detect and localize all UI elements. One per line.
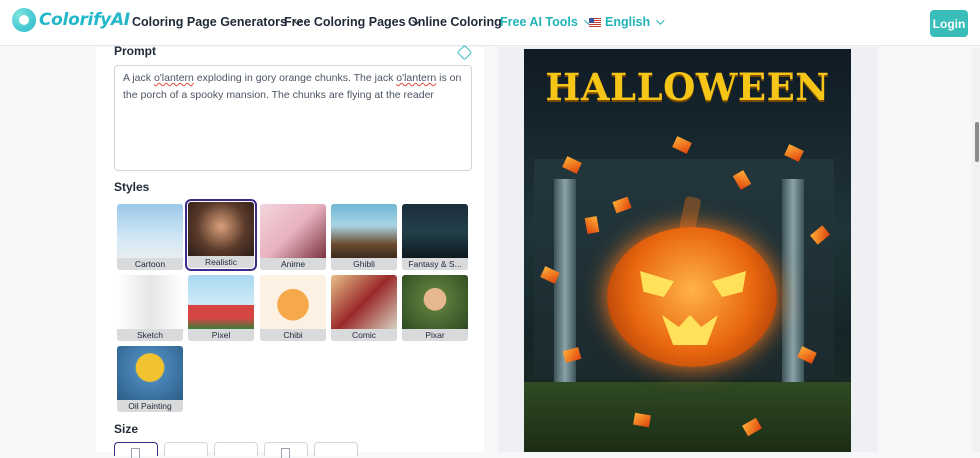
style-option-pixel[interactable]: Pixel (188, 275, 254, 341)
nav-online-coloring[interactable]: Online Coloring (408, 15, 502, 29)
square-icon (131, 448, 140, 458)
logo-icon (12, 8, 36, 32)
pumpkin-shape (607, 227, 777, 367)
nav-item-label: English (605, 15, 651, 29)
style-thumbnail (188, 202, 254, 256)
prompt-input[interactable]: A jack o'lantern exploding in gory orang… (114, 65, 472, 171)
style-caption: Cartoon (117, 258, 183, 270)
nav-coloring-page-generators[interactable]: Coloring Page Generators (132, 15, 302, 29)
nav-free-coloring-pages[interactable]: Free Coloring Pages (284, 15, 421, 29)
style-option-comic[interactable]: Comic (331, 275, 397, 341)
prompt-text: A jack (123, 72, 154, 84)
generator-form: Prompt A jack o'lantern exploding in gor… (96, 44, 484, 458)
size-option-portrait[interactable] (264, 442, 308, 458)
style-thumbnail (402, 275, 468, 329)
portrait-icon (281, 448, 290, 458)
style-option-oil-painting[interactable]: Oil Painting (117, 346, 183, 412)
scrollbar-thumb[interactable] (975, 122, 979, 162)
style-thumbnail (117, 204, 183, 258)
style-caption: Oil Painting (117, 400, 183, 412)
style-option-ghibli[interactable]: Ghibli (331, 204, 397, 270)
style-thumbnail (117, 275, 183, 329)
size-option-2[interactable] (164, 442, 208, 456)
style-option-chibi[interactable]: Chibi (260, 275, 326, 341)
style-option-pixar[interactable]: Pixar (402, 275, 468, 341)
size-option-square[interactable] (114, 442, 158, 458)
style-caption: Realistic (188, 256, 254, 268)
style-caption: Sketch (117, 329, 183, 341)
generated-image[interactable]: HALLOWEEN (524, 49, 851, 452)
language-selector[interactable]: English (589, 15, 665, 29)
style-caption: Pixar (402, 329, 468, 341)
style-caption: Comic (331, 329, 397, 341)
style-thumbnail (331, 204, 397, 258)
prompt-label: Prompt (114, 44, 156, 58)
prompt-text-misspelled: o'lantern (396, 72, 437, 84)
style-thumbnail (260, 204, 326, 258)
style-caption: Pixel (188, 329, 254, 341)
style-option-realistic[interactable]: Realistic (185, 199, 257, 271)
pumpkin-chunk (672, 136, 692, 154)
style-thumbnail (117, 346, 183, 400)
dice-icon[interactable] (456, 44, 473, 61)
style-thumbnail (188, 275, 254, 329)
login-button[interactable]: Login (930, 10, 968, 37)
image-title-text: HALLOWEEN (545, 65, 830, 109)
prompt-text-misspelled: o'lantern (153, 72, 194, 84)
style-option-sketch[interactable]: Sketch (117, 275, 183, 341)
style-caption: Anime (260, 258, 326, 270)
size-option-3[interactable] (214, 442, 258, 456)
grass-shape (524, 382, 851, 452)
pumpkin-chunk (633, 412, 651, 428)
nav-free-ai-tools[interactable]: Free AI Tools (500, 15, 593, 29)
nav-item-label: Free Coloring Pages (284, 15, 406, 29)
style-caption: Fantasy & S... (402, 258, 468, 270)
size-option-5[interactable] (314, 442, 358, 456)
styles-label: Styles (114, 180, 150, 194)
style-thumbnail (260, 275, 326, 329)
style-thumbnail (331, 275, 397, 329)
style-option-anime[interactable]: Anime (260, 204, 326, 270)
prompt-text: exploding in gory orange chunks. The jac… (193, 72, 397, 84)
logo[interactable]: ColorifyAI (12, 8, 130, 32)
preview-panel: HALLOWEEN (498, 47, 878, 452)
size-label: Size (114, 422, 139, 436)
nav-item-label: Free AI Tools (500, 15, 578, 29)
pumpkin-chunk (584, 216, 600, 234)
nav-item-label: Coloring Page Generators (132, 15, 287, 29)
logo-text: ColorifyAI (39, 10, 130, 30)
style-caption: Chibi (260, 329, 326, 341)
page-scrollbar[interactable] (972, 48, 980, 452)
style-option-cartoon[interactable]: Cartoon (117, 204, 183, 270)
nav-item-label: Online Coloring (408, 15, 502, 29)
top-navbar: ColorifyAI Coloring Page Generators Free… (0, 0, 980, 46)
style-caption: Ghibli (331, 258, 397, 270)
style-option-fantasy[interactable]: Fantasy & S... (402, 204, 468, 270)
style-thumbnail (402, 204, 468, 258)
chevron-down-icon (656, 16, 665, 25)
us-flag-icon (589, 17, 601, 27)
